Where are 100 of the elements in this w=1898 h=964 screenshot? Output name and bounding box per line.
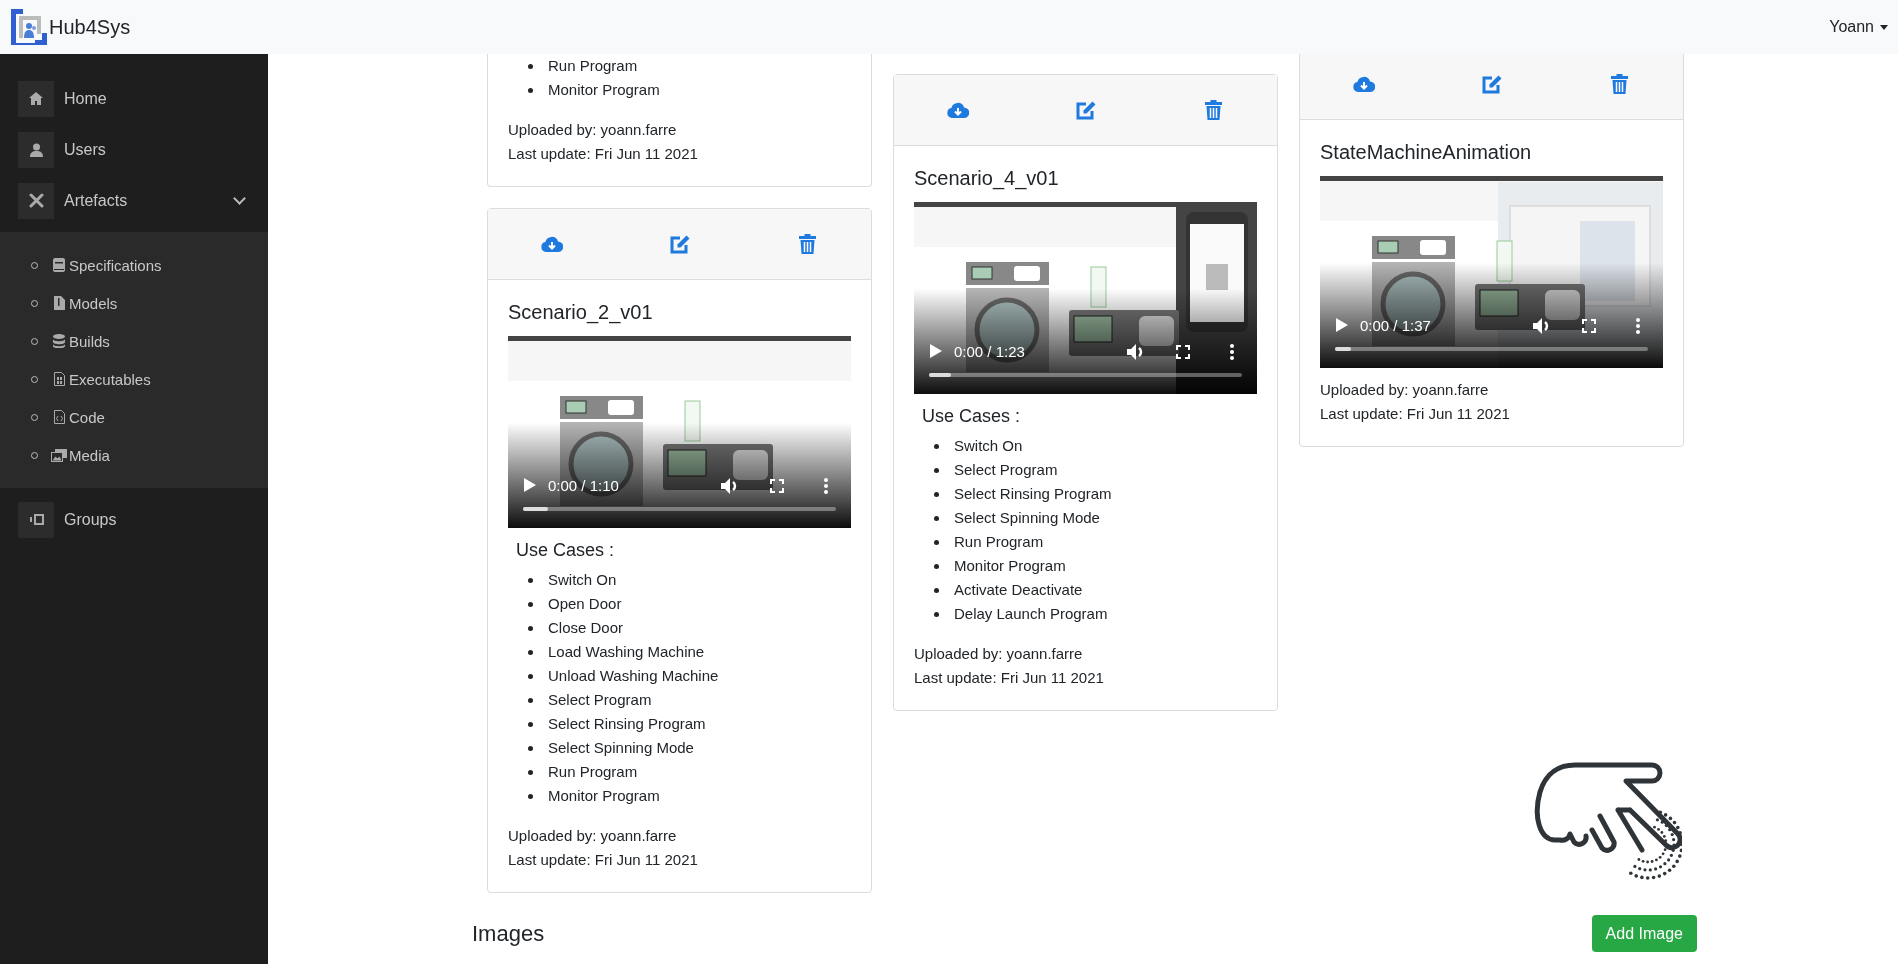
bullet-icon bbox=[528, 769, 533, 775]
volume-icon[interactable] bbox=[1127, 344, 1145, 360]
trash-icon[interactable] bbox=[798, 234, 816, 254]
video-player[interactable]: 0:00 / 1:23 bbox=[914, 202, 1257, 394]
use-case-item: Select Spinning Mode bbox=[954, 508, 1100, 528]
trash-icon[interactable] bbox=[1610, 74, 1628, 94]
bullet-icon bbox=[934, 611, 939, 617]
uploader-text: Uploaded by: yoann.farre bbox=[914, 644, 1084, 664]
use-case-item: Open Door bbox=[548, 594, 622, 614]
user-icon bbox=[29, 142, 43, 157]
card-title: Scenario_4_v01 bbox=[914, 166, 1060, 190]
submenu-item[interactable]: Specifications bbox=[0, 246, 268, 284]
video-time: 0:00 / 1:10 bbox=[548, 477, 619, 494]
images-icon bbox=[51, 448, 67, 462]
card-title: StateMachineAnimation bbox=[1320, 140, 1533, 164]
bullet-icon bbox=[528, 577, 533, 583]
bullet-icon bbox=[528, 697, 533, 703]
use-case-item: Run Program bbox=[548, 762, 638, 782]
bullet-icon bbox=[528, 87, 533, 93]
use-case-item: Switch On bbox=[954, 436, 1023, 456]
update-date: Last update: Fri Jun 11 2021 bbox=[508, 144, 699, 164]
use-case-item: Close Door bbox=[548, 618, 624, 638]
bullet-icon bbox=[528, 649, 533, 655]
video-player[interactable]: 0:00 / 1:37 bbox=[1320, 176, 1663, 368]
cloud-download-icon[interactable] bbox=[946, 102, 969, 118]
trash-icon[interactable] bbox=[1204, 100, 1222, 120]
edit-icon[interactable] bbox=[669, 234, 690, 254]
bullet-icon bbox=[528, 63, 533, 69]
use-case-item: Run Program bbox=[548, 56, 638, 76]
video-player[interactable]: 0:00 / 1:10 bbox=[508, 336, 851, 528]
update-date: Last update: Fri Jun 11 2021 bbox=[1320, 404, 1511, 424]
update-date: Last update: Fri Jun 11 2021 bbox=[508, 850, 699, 870]
uploader-text: Uploaded by: yoann.farre bbox=[508, 826, 678, 846]
video-time: 0:00 / 1:23 bbox=[954, 343, 1025, 360]
play-icon[interactable] bbox=[524, 478, 536, 492]
section-heading: Use Cases : bbox=[922, 405, 1022, 428]
use-case-item: Select Spinning Mode bbox=[548, 738, 694, 758]
uploader-text: Uploaded by: yoann.farre bbox=[1320, 380, 1490, 400]
bullet-icon bbox=[934, 563, 939, 569]
cloud-download-icon[interactable] bbox=[540, 236, 563, 252]
play-icon[interactable] bbox=[1336, 318, 1348, 332]
bullet-icon bbox=[528, 721, 533, 727]
submenu-item[interactable]: Media bbox=[0, 436, 268, 474]
use-case-item: Select Rinsing Program bbox=[954, 484, 1112, 504]
book-icon bbox=[53, 258, 65, 272]
cloud-download-icon[interactable] bbox=[1352, 76, 1375, 92]
bullet-icon bbox=[528, 625, 533, 631]
user-menu[interactable]: Yoann bbox=[1829, 14, 1888, 40]
use-case-item: Monitor Program bbox=[548, 786, 660, 806]
use-case-item: Delay Launch Program bbox=[954, 604, 1108, 624]
edit-icon[interactable] bbox=[1481, 74, 1502, 94]
fullscreen-icon[interactable] bbox=[1582, 319, 1596, 333]
use-case-item: Monitor Program bbox=[548, 80, 660, 100]
submenu-item[interactable]: Builds bbox=[0, 322, 268, 360]
use-case-item: Switch On bbox=[548, 570, 617, 590]
code-file-icon bbox=[53, 410, 65, 424]
fullscreen-icon[interactable] bbox=[770, 479, 784, 493]
card-title: Scenario_2_v01 bbox=[508, 300, 654, 324]
bullet-icon bbox=[934, 467, 939, 473]
video-time: 0:00 / 1:37 bbox=[1360, 317, 1431, 334]
volume-icon[interactable] bbox=[1533, 318, 1551, 334]
bullet-icon bbox=[528, 745, 533, 751]
uploader-text: Uploaded by: yoann.farre bbox=[508, 120, 678, 140]
sidebar-item[interactable]: Home bbox=[0, 73, 268, 124]
file-icon bbox=[53, 296, 65, 310]
panel-icon bbox=[28, 514, 44, 525]
sidebar-item[interactable]: Artefacts bbox=[0, 175, 268, 226]
document-icon bbox=[53, 372, 65, 386]
bullet-icon bbox=[934, 539, 939, 545]
more-icon[interactable] bbox=[1636, 318, 1640, 334]
play-icon[interactable] bbox=[930, 344, 942, 358]
volume-icon[interactable] bbox=[721, 478, 739, 494]
sidebar-item[interactable]: Groups bbox=[0, 494, 268, 545]
use-case-item: Select Program bbox=[548, 690, 652, 710]
progress-bar[interactable] bbox=[1335, 347, 1648, 351]
fullscreen-icon[interactable] bbox=[1176, 345, 1190, 359]
use-case-item: Load Washing Machine bbox=[548, 642, 705, 662]
use-case-item: Select Program bbox=[954, 460, 1058, 480]
bullet-icon bbox=[934, 515, 939, 521]
bullet-icon bbox=[934, 587, 939, 593]
submenu-item[interactable]: Models bbox=[0, 284, 268, 322]
bullet-icon bbox=[934, 491, 939, 497]
sidebar-item[interactable]: Users bbox=[0, 124, 268, 175]
use-case-item: Run Program bbox=[954, 532, 1044, 552]
database-icon bbox=[53, 334, 65, 348]
home-icon bbox=[29, 92, 43, 105]
more-icon[interactable] bbox=[1230, 344, 1234, 360]
edit-icon[interactable] bbox=[1075, 100, 1096, 120]
use-case-item: Monitor Program bbox=[954, 556, 1066, 576]
use-case-item: Unload Washing Machine bbox=[548, 666, 719, 686]
submenu-item[interactable]: Code bbox=[0, 398, 268, 436]
use-case-item: Select Rinsing Program bbox=[548, 714, 706, 734]
bullet-icon bbox=[528, 793, 533, 799]
progress-bar[interactable] bbox=[523, 507, 836, 511]
progress-bar[interactable] bbox=[929, 373, 1242, 377]
logo-icon[interactable] bbox=[11, 9, 47, 45]
brand-name[interactable]: Hub4Sys bbox=[49, 15, 131, 39]
submenu-item[interactable]: Executables bbox=[0, 360, 268, 398]
use-case-item: Activate Deactivate bbox=[954, 580, 1083, 600]
tools-icon bbox=[28, 193, 44, 208]
